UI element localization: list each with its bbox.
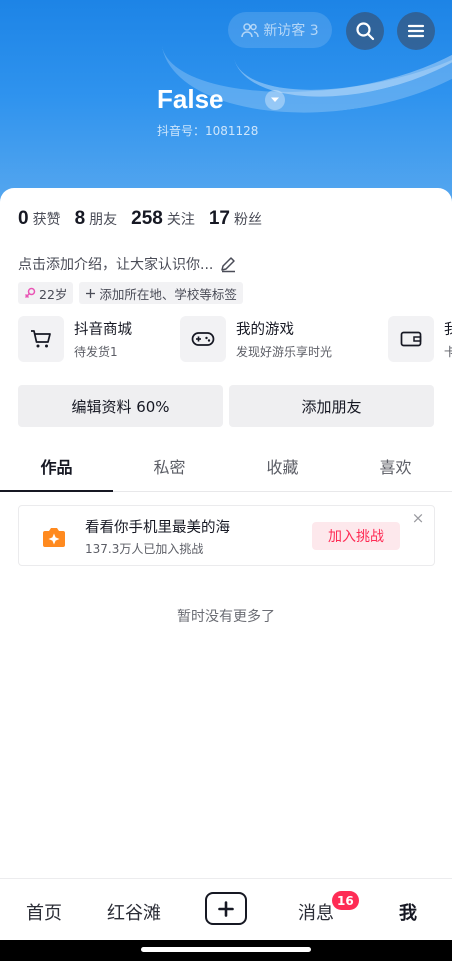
camera-challenge-icon <box>43 528 65 547</box>
service-title: 抖音商城 <box>74 322 132 338</box>
challenge-card[interactable]: 看看你手机里最美的海 137.3万人已加入挑战 加入挑战 × <box>18 505 435 566</box>
service-subtitle: 卡 <box>444 345 452 359</box>
menu-button[interactable] <box>397 12 435 50</box>
stat-label: 粉丝 <box>234 212 262 228</box>
services-row: 抖音商城 待发货1 我的游戏 发现好游乐享时光 我 卡 <box>18 316 452 364</box>
bottom-nav: 首页 红谷滩 消息 16 我 <box>0 878 452 940</box>
service-my-games[interactable]: 我的游戏 发现好游乐享时光 <box>180 316 332 362</box>
stat-number: 8 <box>74 208 86 229</box>
stat-number: 0 <box>18 208 29 229</box>
messages-badge: 16 <box>332 891 359 910</box>
content-tabs: 作品 私密 收藏 喜欢 <box>0 450 452 492</box>
plus-icon <box>86 288 96 298</box>
service-title: 我 <box>444 322 452 338</box>
age-tag[interactable]: 22岁 <box>18 282 74 304</box>
stat-following[interactable]: 258 关注 <box>131 208 195 230</box>
age-label: 22岁 <box>39 286 68 302</box>
stat-number: 17 <box>208 208 230 229</box>
home-indicator[interactable] <box>141 947 311 952</box>
create-post-button[interactable] <box>205 892 247 925</box>
service-wallet[interactable]: 我 卡 <box>388 316 452 362</box>
douyin-id: 抖音号：1081128 <box>157 124 259 138</box>
new-visitors-label: 新访客 3 <box>263 23 319 39</box>
caret-down-icon <box>271 97 279 102</box>
nav-home[interactable]: 首页 <box>26 899 62 925</box>
edit-profile-button[interactable]: 编辑资料 60% <box>18 385 223 427</box>
female-icon <box>24 287 36 299</box>
challenge-title: 看看你手机里最美的海 <box>85 520 230 536</box>
tab-likes[interactable]: 喜欢 <box>339 450 452 491</box>
profile-actions: 编辑资料 60% 添加朋友 <box>18 385 434 427</box>
stat-label: 关注 <box>166 212 195 228</box>
challenge-participants: 137.3万人已加入挑战 <box>85 542 204 556</box>
stat-followers[interactable]: 17 粉丝 <box>209 208 262 230</box>
tab-favorites[interactable]: 收藏 <box>226 450 339 491</box>
close-icon[interactable]: × <box>408 508 428 528</box>
new-visitors-button[interactable]: 新访客 3 <box>228 12 332 48</box>
service-douyin-mall[interactable]: 抖音商城 待发货1 <box>18 316 132 362</box>
nav-location[interactable]: 红谷滩 <box>107 899 161 925</box>
bio-prompt[interactable]: 点击添加介绍，让大家认识你... <box>18 254 237 274</box>
search-button[interactable] <box>346 12 384 50</box>
stat-number: 258 <box>131 208 163 229</box>
stat-friends[interactable]: 8 朋友 <box>75 208 118 230</box>
nav-me[interactable]: 我 <box>399 899 417 925</box>
nav-messages[interactable]: 消息 <box>298 899 334 925</box>
pencil-icon <box>221 257 236 273</box>
add-tags-button[interactable]: 添加所在地、学校等标签 <box>79 282 243 304</box>
service-title: 我的游戏 <box>236 322 294 338</box>
service-subtitle: 待发货1 <box>74 345 118 359</box>
stat-label: 朋友 <box>89 212 118 228</box>
tab-private[interactable]: 私密 <box>113 450 226 491</box>
tab-works[interactable]: 作品 <box>0 450 113 492</box>
service-subtitle: 发现好游乐享时光 <box>236 345 333 359</box>
menu-icon <box>407 24 425 38</box>
account-switch-button[interactable] <box>265 90 285 110</box>
add-friend-button[interactable]: 添加朋友 <box>229 385 434 427</box>
add-tags-label: 添加所在地、学校等标签 <box>99 286 237 302</box>
plus-icon <box>218 900 234 917</box>
profile-header: 新访客 3 False 抖音号：1081128 <box>0 0 452 215</box>
system-home-bar <box>0 940 452 961</box>
search-icon <box>356 22 375 41</box>
people-icon <box>241 23 260 38</box>
profile-card: 0 获赞 8 朋友 258 关注 17 粉丝 点击添加介绍，让大家认识你... <box>0 188 452 878</box>
join-challenge-button[interactable]: 加入挑战 <box>312 522 400 550</box>
gamepad-icon <box>180 316 226 362</box>
no-more-content-note: 暂时没有更多了 <box>177 609 275 625</box>
bio-text: 点击添加介绍，让大家认识你... <box>18 257 214 273</box>
profile-stats: 0 获赞 8 朋友 258 关注 17 粉丝 <box>18 208 262 230</box>
profile-tags: 22岁 添加所在地、学校等标签 <box>18 282 243 304</box>
cart-icon <box>18 316 64 362</box>
stat-likes[interactable]: 0 获赞 <box>18 208 61 230</box>
username: False <box>157 84 224 114</box>
wallet-icon <box>388 316 434 362</box>
stat-label: 获赞 <box>32 212 61 228</box>
